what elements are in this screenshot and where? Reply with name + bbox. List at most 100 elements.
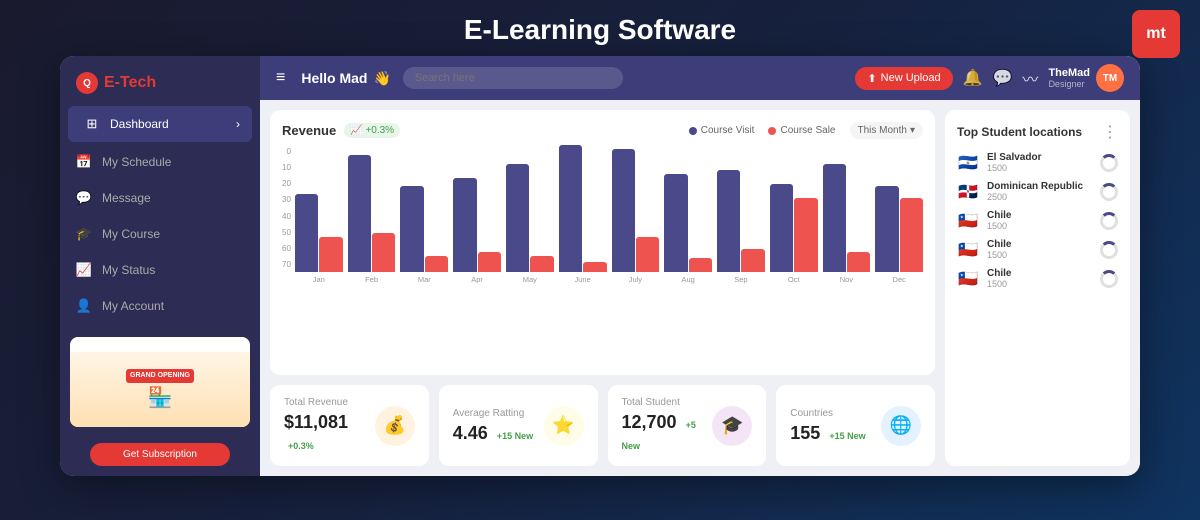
right-panel: Top Student locations ⋮ 🇸🇻 El Salvador 1… — [945, 110, 1130, 466]
greeting-emoji: 👋 — [373, 70, 390, 87]
upload-button[interactable]: ⬆ New Upload — [855, 67, 952, 90]
bar-month-label: June — [574, 275, 590, 284]
nav-label-course: My Course — [102, 227, 160, 241]
y-label-70: 70 — [282, 260, 291, 269]
flag-icon: 🇨🇱 — [957, 271, 979, 287]
y-label-0: 0 — [282, 147, 291, 156]
bar-month-jan: Jan — [295, 147, 343, 284]
hamburger-icon[interactable]: ≡ — [276, 69, 285, 87]
location-count: 1500 — [987, 221, 1092, 231]
bar-month-label: Jan — [313, 275, 325, 284]
message-icon: 💬 — [76, 190, 92, 206]
bar-month-nov: Nov — [823, 147, 871, 284]
search-input[interactable] — [403, 67, 623, 89]
bar-month-mar: Mar — [400, 147, 448, 284]
red-bar — [741, 249, 764, 272]
flag-icon: 🇸🇻 — [957, 155, 979, 171]
stat-value-students: 12,700 +5 New — [622, 412, 703, 454]
stat-card-rating: Average Ratting 4.46 +15 New ⭐ — [439, 385, 598, 466]
location-name: El Salvador — [987, 152, 1092, 163]
blue-bar — [348, 155, 371, 272]
stat-change-countries: +15 New — [829, 431, 865, 441]
blue-bar — [770, 184, 793, 272]
y-label-20: 20 — [282, 179, 291, 188]
mt-logo: mt — [1132, 10, 1180, 58]
chevron-down-icon: ▾ — [910, 125, 915, 136]
sidebar-item-status[interactable]: 📈 My Status — [60, 252, 260, 288]
bar-month-label: Sep — [734, 275, 747, 284]
y-label-40: 40 — [282, 212, 291, 221]
main-content: ≡ Hello Mad 👋 ⬆ New Upload 🔔 💬 〰 TheMad … — [260, 56, 1140, 476]
bar-month-aug: Aug — [664, 147, 712, 284]
stat-info-countries: Countries 155 +15 New — [790, 408, 871, 444]
stat-icon-students: 🎓 — [712, 406, 752, 446]
stat-card-students: Total Student 12,700 +5 New 🎓 — [608, 385, 767, 466]
dashboard-icon: ⊞ — [84, 116, 100, 132]
bar-month-sep: Sep — [717, 147, 765, 284]
account-icon: 👤 — [76, 298, 92, 314]
stat-icon-revenue: 💰 — [375, 406, 415, 446]
chart-badge-icon: 📈 — [350, 125, 362, 136]
sidebar: Q E-Tech ⊞ Dashboard 📅 My Schedule 💬 Mes… — [60, 56, 260, 476]
chart-filter-label: This Month — [858, 125, 907, 136]
stat-icon-countries: 🌐 — [881, 406, 921, 446]
red-bar — [319, 237, 342, 272]
nav-label-account: My Account — [102, 299, 164, 313]
user-name: TheMad — [1048, 67, 1090, 79]
location-item: 🇨🇱 Chile 1500 — [957, 239, 1118, 260]
stat-info-revenue: Total Revenue $11,081 +0.3% — [284, 397, 365, 454]
blue-bar — [823, 164, 846, 272]
location-item: 🇸🇻 El Salvador 1500 — [957, 152, 1118, 173]
bar-month-label: Nov — [840, 275, 853, 284]
locations-title: Top Student locations — [957, 125, 1082, 139]
stat-info-rating: Average Ratting 4.46 +15 New — [453, 408, 534, 444]
bar-month-label: Feb — [365, 275, 378, 284]
sidebar-item-account[interactable]: 👤 My Account — [60, 288, 260, 324]
more-options-icon[interactable]: ⋮ — [1102, 122, 1118, 142]
legend-dot-sale — [768, 127, 776, 135]
sidebar-item-dashboard[interactable]: ⊞ Dashboard — [68, 106, 252, 142]
chart-filter[interactable]: This Month ▾ — [850, 122, 924, 139]
location-progress — [1100, 241, 1118, 259]
red-bar — [372, 233, 395, 272]
sidebar-item-course[interactable]: 🎓 My Course — [60, 216, 260, 252]
stat-card-countries: Countries 155 +15 New 🌐 — [776, 385, 935, 466]
y-label-50: 50 — [282, 228, 291, 237]
location-progress — [1100, 154, 1118, 172]
sidebar-item-message[interactable]: 💬 Message — [60, 180, 260, 216]
topbar-greeting: Hello Mad 👋 — [301, 70, 391, 87]
flag-icon: 🇨🇱 — [957, 213, 979, 229]
blue-bar — [453, 178, 476, 272]
blue-bar — [400, 186, 423, 272]
red-bar — [794, 198, 817, 272]
bar-month-oct: Oct — [770, 147, 818, 284]
location-name: Dominican Republic — [987, 181, 1092, 192]
blue-bar — [717, 170, 740, 272]
bar-month-label: Mar — [418, 275, 431, 284]
chart-badge-value: +0.3% — [365, 125, 394, 136]
red-bar — [425, 256, 448, 272]
stat-card-revenue: Total Revenue $11,081 +0.3% 💰 — [270, 385, 429, 466]
chat-icon[interactable]: 💬 — [993, 68, 1013, 88]
legend-label-sale: Course Sale — [780, 125, 835, 136]
dashboard-body: Revenue 📈 +0.3% Course Visit — [260, 100, 1140, 476]
subscribe-button[interactable]: Get Subscription — [90, 443, 230, 466]
locations-header: Top Student locations ⋮ — [957, 122, 1118, 142]
pulse-icon[interactable]: 〰 — [1022, 66, 1038, 90]
chart-title: Revenue — [282, 123, 336, 138]
location-info: Chile 1500 — [987, 239, 1092, 260]
red-bar — [900, 198, 923, 272]
nav-label-message: Message — [102, 191, 151, 205]
bell-icon[interactable]: 🔔 — [963, 68, 983, 88]
location-count: 1500 — [987, 163, 1092, 173]
legend-course-visit: Course Visit — [689, 125, 755, 136]
location-progress — [1100, 183, 1118, 201]
sidebar-item-schedule[interactable]: 📅 My Schedule — [60, 144, 260, 180]
bar-month-may: May — [506, 147, 554, 284]
bar-month-label: May — [523, 275, 537, 284]
bar-month-label: Dec — [893, 275, 906, 284]
user-role: Designer — [1048, 79, 1090, 89]
locations-card: Top Student locations ⋮ 🇸🇻 El Salvador 1… — [945, 110, 1130, 466]
red-bar — [530, 256, 553, 272]
user-avatar: TM — [1096, 64, 1124, 92]
